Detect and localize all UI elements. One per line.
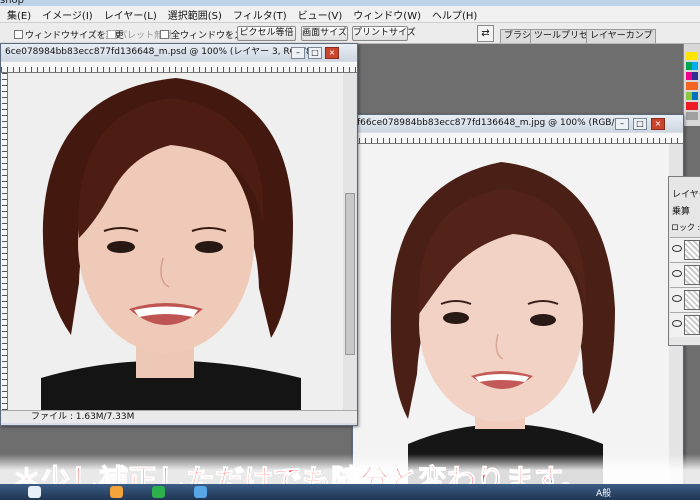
- menu-image[interactable]: イメージ(I): [42, 7, 93, 22]
- layer-thumbnail: [684, 290, 700, 310]
- menu-view[interactable]: ビュー(V): [298, 7, 343, 22]
- eye-icon[interactable]: [672, 245, 682, 252]
- eye-icon[interactable]: [672, 270, 682, 277]
- vertical-ruler: [1, 73, 8, 410]
- minimize-icon[interactable]: –: [615, 118, 629, 130]
- portrait-photo-before: [1, 73, 343, 410]
- minimize-icon[interactable]: –: [291, 47, 305, 59]
- image-canvas-psd: [1, 73, 343, 410]
- layers-panel: レイヤー 乗算 ロック :: [668, 176, 700, 346]
- blend-mode-select[interactable]: 乗算: [672, 204, 690, 217]
- palette-well-icon[interactable]: ⇄: [477, 25, 494, 42]
- portrait-photo-after: [353, 144, 669, 485]
- menu-select[interactable]: 選択範囲(S): [168, 7, 222, 22]
- file-size-status: ファイル : 1.63M/7.33M: [31, 412, 135, 422]
- eye-icon[interactable]: [672, 295, 682, 302]
- eye-icon[interactable]: [672, 320, 682, 327]
- ime-indicator[interactable]: A般: [596, 486, 611, 499]
- maximize-icon[interactable]: □: [633, 118, 647, 130]
- layers-tab[interactable]: レイヤー: [672, 187, 700, 200]
- menu-bar: 集(E) イメージ(I) レイヤー(L) 選択範囲(S) フィルタ(T) ビュー…: [0, 6, 700, 23]
- horizontal-ruler: [1, 62, 357, 73]
- menu-edit[interactable]: 集(E): [7, 7, 31, 22]
- scrollbar-thumb[interactable]: [345, 193, 355, 355]
- menu-window[interactable]: ウィンドウ(W): [353, 7, 421, 22]
- layer-row[interactable]: [670, 312, 700, 337]
- tab-layer-comps[interactable]: レイヤーカンプ: [586, 29, 657, 43]
- taskbar: [0, 484, 700, 500]
- image-canvas-jpg: [353, 144, 669, 485]
- document-window-psd: 6ce078984bb83ecc877fd136648_m.psd @ 100%…: [0, 43, 358, 426]
- actual-pixels-button[interactable]: ピクセル等倍: [237, 26, 296, 41]
- layer-thumbnail: [684, 265, 700, 285]
- layer-row[interactable]: [670, 237, 700, 262]
- color-swatches-panel: [683, 44, 700, 126]
- close-icon[interactable]: ×: [325, 47, 339, 59]
- browser-icon[interactable]: [152, 486, 165, 498]
- layer-thumbnail: [684, 315, 700, 335]
- layer-row[interactable]: [670, 287, 700, 312]
- fit-screen-button[interactable]: 画面サイズ: [301, 26, 348, 41]
- status-bar: ファイル : 1.63M/7.33M: [1, 410, 357, 423]
- horizontal-ruler: [353, 133, 683, 144]
- maximize-icon[interactable]: □: [308, 47, 322, 59]
- layer-row[interactable]: [670, 262, 700, 287]
- close-icon[interactable]: ×: [651, 118, 665, 130]
- menu-help[interactable]: ヘルプ(H): [432, 7, 477, 22]
- document-window-jpg: f66ce078984bb83ecc877fd136648_m.jpg @ 10…: [352, 114, 684, 486]
- menu-filter[interactable]: フィルタ(T): [233, 7, 287, 22]
- lock-label: ロック :: [671, 223, 700, 232]
- start-orb-icon[interactable]: [28, 486, 41, 498]
- print-size-button[interactable]: プリントサイズ: [352, 26, 416, 41]
- explorer-icon[interactable]: [110, 486, 123, 498]
- layer-thumbnail: [684, 240, 700, 260]
- vertical-scrollbar[interactable]: [343, 73, 356, 410]
- menu-layer[interactable]: レイヤー(L): [104, 7, 157, 22]
- app-icon[interactable]: [194, 486, 207, 498]
